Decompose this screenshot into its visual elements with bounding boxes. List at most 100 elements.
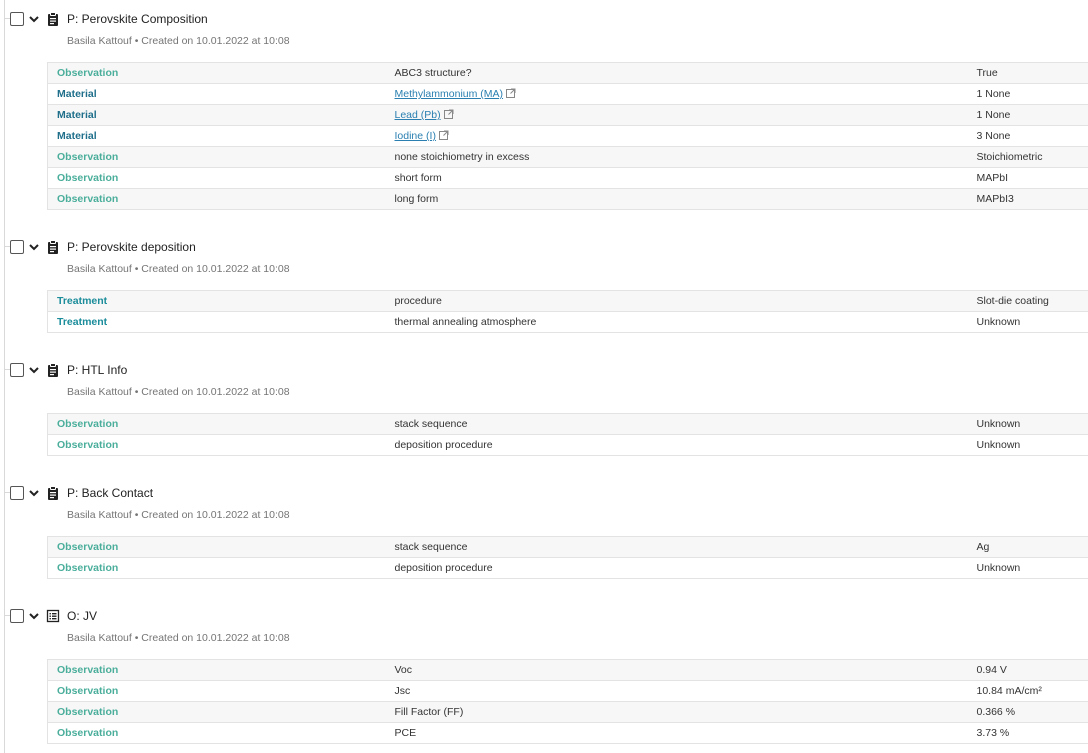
properties-table: Observation stack sequence Ag Observation de… [47, 536, 1088, 579]
created-info: Basila Kattouf • Created on 10.01.2022 a… [67, 263, 290, 275]
clipboard-icon [45, 485, 61, 501]
select-checkbox[interactable] [10, 12, 24, 26]
table-row: Observation Fill Factor (FF) 0.366 % [47, 701, 1088, 723]
row-value: 0.94 V [967, 659, 1088, 681]
table-row: Material Methylammonium (MA) 1 None [47, 83, 1088, 105]
row-value: MAPbI [967, 167, 1088, 189]
chevron-down-icon[interactable] [27, 486, 41, 500]
row-kind: Observation [47, 413, 386, 435]
process-step-title[interactable]: P: Back Contact [67, 486, 153, 500]
material-link[interactable]: Lead (Pb) [395, 109, 441, 121]
tree-branch [4, 492, 10, 493]
row-name: ABC3 structure? [385, 62, 968, 84]
table-row: Observation stack sequence Unknown [47, 413, 1088, 435]
row-value: Unknown [967, 434, 1088, 456]
row-value: 3 None [967, 125, 1088, 147]
material-link[interactable]: Iodine (I) [395, 130, 436, 142]
table-row: Treatment thermal annealing atmosphere Unk… [47, 311, 1088, 333]
row-name: none stoichiometry in excess [385, 146, 968, 168]
table-row: Treatment procedure Slot-die coating [47, 290, 1088, 312]
chevron-down-icon[interactable] [27, 363, 41, 377]
properties-table: Observation stack sequence Unknown Observat… [47, 413, 1088, 456]
row-name: deposition procedure [385, 557, 968, 579]
chevron-down-icon[interactable] [27, 609, 41, 623]
chevron-down-icon[interactable] [27, 12, 41, 26]
tree-branch [4, 246, 10, 247]
row-kind: Material [47, 125, 386, 147]
table-row: Observation PCE 3.73 % [47, 722, 1088, 744]
row-name: stack sequence [385, 413, 968, 435]
created-info: Basila Kattouf • Created on 10.01.2022 a… [67, 632, 290, 644]
created-info: Basila Kattouf • Created on 10.01.2022 a… [67, 35, 290, 47]
row-name: Lead (Pb) [385, 104, 968, 126]
process-step-title[interactable]: P: Perovskite Composition [67, 12, 208, 26]
material-link[interactable]: Methylammonium (MA) [395, 88, 504, 100]
external-link-icon[interactable] [438, 130, 449, 140]
row-value: Unknown [967, 557, 1088, 579]
created-info: Basila Kattouf • Created on 10.01.2022 a… [67, 386, 290, 398]
row-name: stack sequence [385, 536, 968, 558]
clipboard-icon [45, 362, 61, 378]
row-kind: Material [47, 83, 386, 105]
row-value: Stoichiometric [967, 146, 1088, 168]
process-step-header: O: JV [0, 607, 600, 627]
external-link-icon[interactable] [443, 109, 454, 119]
select-checkbox[interactable] [10, 240, 24, 254]
row-name: Jsc [385, 680, 968, 702]
tree-branch [4, 615, 10, 616]
row-kind: Observation [47, 557, 386, 579]
properties-table: Observation Voc 0.94 V Observation Jsc 10.84 … [47, 659, 1088, 744]
table-row: Material Iodine (I) 3 None [47, 125, 1088, 147]
row-kind: Observation [47, 188, 386, 210]
process-step-header: P: Perovskite Composition [0, 10, 600, 30]
row-name: deposition procedure [385, 434, 968, 456]
row-kind: Material [47, 104, 386, 126]
row-name: thermal annealing atmosphere [385, 311, 968, 333]
row-value: 10.84 mA/cm² [967, 680, 1088, 702]
process-step-title[interactable]: P: HTL Info [67, 363, 127, 377]
row-value: 0.366 % [967, 701, 1088, 723]
process-step-header: P: HTL Info [0, 361, 600, 381]
row-kind: Treatment [47, 311, 386, 333]
row-name: Methylammonium (MA) [385, 83, 968, 105]
properties-table: Observation ABC3 structure? True Material Me… [47, 62, 1088, 210]
table-row: Observation long form MAPbI3 [47, 188, 1088, 210]
chevron-down-icon[interactable] [27, 240, 41, 254]
row-name: PCE [385, 722, 968, 744]
row-value: 1 None [967, 83, 1088, 105]
table-row: Observation deposition procedure Unknown [47, 557, 1088, 579]
select-checkbox[interactable] [10, 363, 24, 377]
table-row: Observation Jsc 10.84 mA/cm² [47, 680, 1088, 702]
row-name: short form [385, 167, 968, 189]
process-step-title[interactable]: O: JV [67, 609, 97, 623]
external-link-icon[interactable] [506, 88, 516, 98]
select-checkbox[interactable] [10, 609, 24, 623]
row-value: 3.73 % [967, 722, 1088, 744]
created-info: Basila Kattouf • Created on 10.01.2022 a… [67, 509, 290, 521]
properties-table: Treatment procedure Slot-die coating Treatm… [47, 290, 1088, 333]
row-value: Ag [967, 536, 1088, 558]
row-kind: Observation [47, 434, 386, 456]
table-row: Observation short form MAPbI [47, 167, 1088, 189]
process-step-header: P: Perovskite deposition [0, 238, 600, 258]
table-row: Observation none stoichiometry in excess S… [47, 146, 1088, 168]
tree-branch [4, 18, 10, 19]
clipboard-icon [45, 11, 61, 27]
row-kind: Observation [47, 536, 386, 558]
table-row: Material Lead (Pb) 1 None [47, 104, 1088, 126]
process-step-title[interactable]: P: Perovskite deposition [67, 240, 196, 254]
table-row: Observation ABC3 structure? True [47, 62, 1088, 84]
row-name: Fill Factor (FF) [385, 701, 968, 723]
tree-branch [4, 369, 10, 370]
row-kind: Observation [47, 167, 386, 189]
row-kind: Treatment [47, 290, 386, 312]
clipboard-icon [45, 239, 61, 255]
table-row: Observation stack sequence Ag [47, 536, 1088, 558]
process-step-header: P: Back Contact [0, 484, 600, 504]
row-kind: Observation [47, 659, 386, 681]
row-kind: Observation [47, 62, 386, 84]
table-row: Observation Voc 0.94 V [47, 659, 1088, 681]
row-kind: Observation [47, 680, 386, 702]
select-checkbox[interactable] [10, 486, 24, 500]
row-value: 1 None [967, 104, 1088, 126]
